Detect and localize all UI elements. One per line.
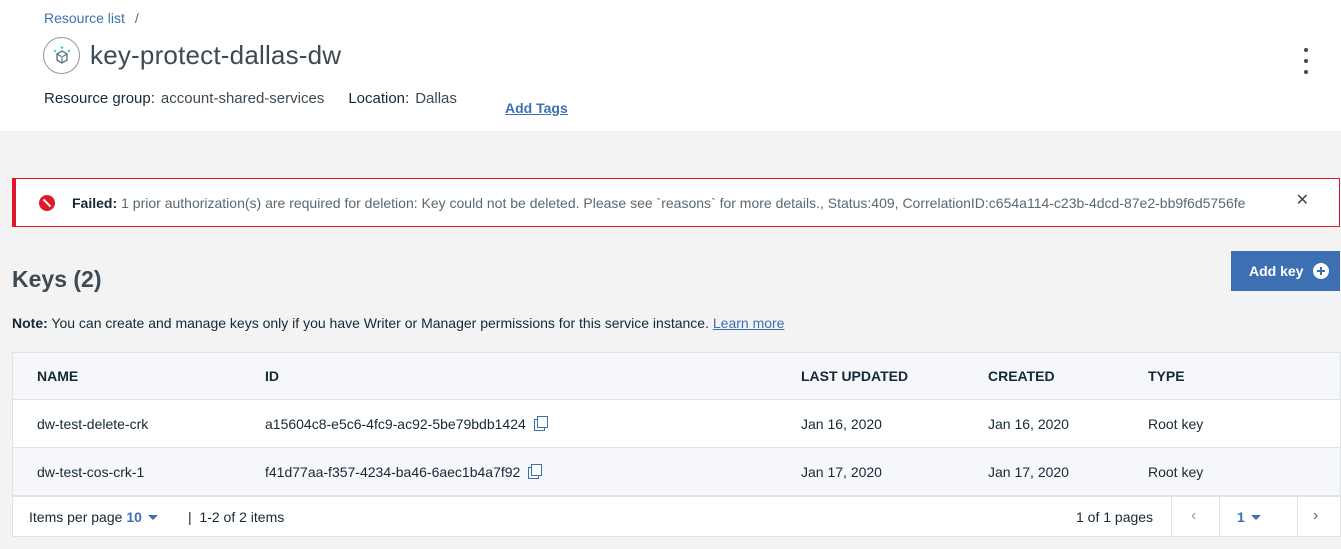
key-protect-icon <box>43 37 80 74</box>
copy-icon[interactable] <box>533 415 548 431</box>
table-header: NAME ID LAST UPDATED CREATED TYPE <box>12 352 1341 400</box>
pagination: Items per page 10 | 1-2 of 2 items 1 of 1… <box>12 496 1341 537</box>
key-name: dw-test-cos-crk-1 <box>37 463 145 480</box>
keys-table: NAME ID LAST UPDATED CREATED TYPE dw-tes… <box>12 352 1341 496</box>
key-type: Root key <box>1148 415 1204 432</box>
key-id: a15604c8-e5c6-4fc9-ac92-5be79bdb1424 <box>265 415 548 432</box>
key-created: Jan 16, 2020 <box>988 415 1069 432</box>
error-title: Failed: <box>72 194 118 211</box>
learn-more-link[interactable]: Learn more <box>713 315 785 331</box>
current-page: 1 <box>1237 509 1245 525</box>
page-count: 1 of 1 pages <box>1076 509 1154 525</box>
items-per-page: Items per page 10 <box>29 509 158 525</box>
column-header-last-updated[interactable]: LAST UPDATED <box>801 368 908 384</box>
pager-divider <box>1171 497 1172 536</box>
page-header: Resource list / key-protect-dallas-dw Res… <box>0 0 1341 131</box>
items-per-page-label: Items per page <box>29 509 123 525</box>
breadcrumb-separator: / <box>134 10 139 26</box>
resource-group-label: Resource group: <box>44 90 155 107</box>
pager-divider <box>1219 497 1220 536</box>
table-row[interactable]: dw-test-cos-crk-1 f41d77aa-f357-4234-ba4… <box>12 448 1341 496</box>
key-type: Root key <box>1148 463 1204 480</box>
title-row: key-protect-dallas-dw <box>43 37 341 74</box>
error-notification: Failed: 1 prior authorization(s) are requ… <box>12 178 1340 227</box>
key-last-updated: Jan 16, 2020 <box>801 415 882 432</box>
column-header-id[interactable]: ID <box>265 368 279 384</box>
error-message: Failed: 1 prior authorization(s) are requ… <box>72 195 1245 211</box>
resource-group-value: account-shared-services <box>160 90 325 107</box>
add-tags-link[interactable]: Add Tags <box>505 100 568 116</box>
copy-icon[interactable] <box>528 463 543 479</box>
table-row[interactable]: dw-test-delete-crk a15604c8-e5c6-4fc9-ac… <box>12 400 1341 448</box>
breadcrumb-resource-list-link[interactable]: Resource list <box>44 10 125 26</box>
chevron-down-icon <box>147 515 158 520</box>
chevron-down-icon <box>1250 515 1261 520</box>
key-created: Jan 17, 2020 <box>988 463 1069 480</box>
breadcrumb: Resource list / <box>44 10 139 26</box>
items-per-page-select[interactable]: 10 <box>126 509 158 525</box>
add-key-button[interactable]: Add key <box>1231 251 1340 291</box>
next-page-icon[interactable]: › <box>1313 507 1318 525</box>
location-label: Location: <box>348 90 410 107</box>
key-id: f41d77aa-f357-4234-ba46-6aec1b4a7f92 <box>265 463 543 480</box>
column-header-created[interactable]: CREATED <box>988 368 1055 384</box>
error-detail: 1 prior authorization(s) are required fo… <box>121 194 1246 211</box>
add-circle-icon <box>1313 263 1330 279</box>
column-header-type[interactable]: TYPE <box>1148 368 1185 384</box>
key-id-text: f41d77aa-f357-4234-ba46-6aec1b4a7f92 <box>265 463 521 480</box>
items-per-page-value: 10 <box>126 509 142 525</box>
column-header-name[interactable]: NAME <box>37 368 78 384</box>
page-select[interactable]: 1 <box>1237 509 1261 525</box>
keys-heading: Keys (2) <box>12 266 102 292</box>
pager-divider <box>1297 497 1298 536</box>
items-range: | 1-2 of 2 items <box>188 509 285 525</box>
previous-page-icon[interactable]: ‹ <box>1191 507 1196 525</box>
key-id-text: a15604c8-e5c6-4fc9-ac92-5be79bdb1424 <box>265 415 526 432</box>
key-name: dw-test-delete-crk <box>37 415 149 432</box>
resource-meta: Resource group: account-shared-services … <box>44 90 457 107</box>
overflow-menu-icon[interactable] <box>1296 46 1316 76</box>
add-key-label: Add key <box>1249 263 1304 279</box>
key-last-updated: Jan 17, 2020 <box>801 463 882 480</box>
location-value: Dallas <box>415 90 457 107</box>
note-label: Note: <box>12 315 48 331</box>
close-icon[interactable]: ✕ <box>1296 193 1309 209</box>
error-icon <box>39 194 55 211</box>
note-text: You can create and manage keys only if y… <box>51 315 709 331</box>
permissions-note: Note: You can create and manage keys onl… <box>12 315 784 331</box>
page-title: key-protect-dallas-dw <box>90 40 342 70</box>
